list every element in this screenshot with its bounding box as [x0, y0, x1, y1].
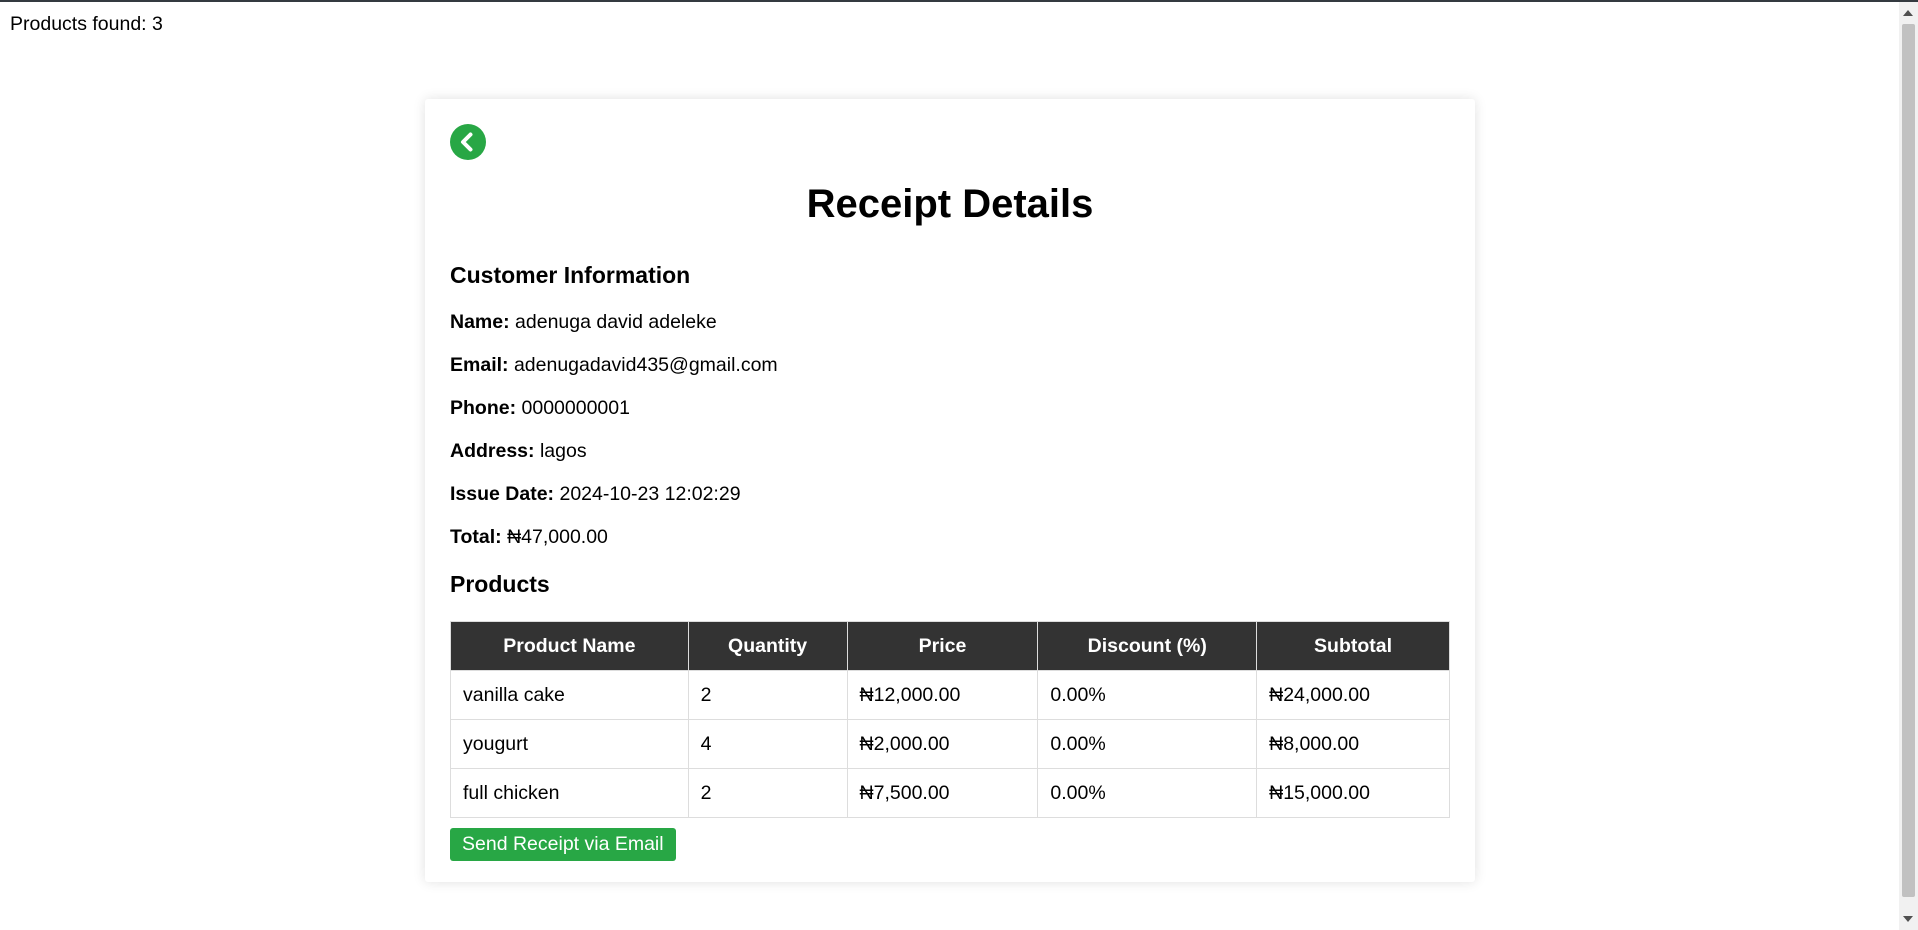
table-row: vanilla cake 2 ₦12,000.00 0.00% ₦24,000.… — [450, 670, 1450, 720]
customer-name: adenuga david adeleke — [515, 311, 717, 333]
table-header-row: Product Name Quantity Price Discount (%)… — [450, 621, 1450, 671]
price-cell: ₦2,000.00 — [846, 719, 1039, 769]
subtotal-cell: ₦15,000.00 — [1256, 768, 1450, 818]
subtotal-cell: ₦8,000.00 — [1256, 719, 1450, 769]
price-cell: ₦12,000.00 — [846, 670, 1039, 720]
top-border — [0, 0, 1918, 2]
products-table: Product Name Quantity Price Discount (%)… — [450, 621, 1450, 818]
customer-phone: 0000000001 — [521, 397, 630, 419]
discount-cell: 0.00% — [1037, 719, 1258, 769]
quantity-cell: 4 — [687, 719, 848, 769]
quantity-cell: 2 — [687, 768, 848, 818]
vertical-scrollbar[interactable] — [1899, 2, 1918, 930]
issue-date-label: Issue Date: — [450, 483, 555, 505]
quantity-cell: 2 — [687, 670, 848, 720]
product-name-cell: yougurt — [450, 719, 689, 769]
customer-email: adenugadavid435@gmail.com — [513, 354, 778, 376]
name-label: Name: — [450, 311, 510, 333]
customer-phone-line: Phone: 0000000001 — [450, 397, 630, 419]
price-cell: ₦7,500.00 — [846, 768, 1039, 818]
total-line: Total: ₦47,000.00 — [450, 526, 608, 548]
column-header-quantity: Quantity — [687, 621, 848, 671]
scroll-down-arrow-icon[interactable] — [1903, 916, 1913, 922]
chevron-left-icon — [461, 132, 473, 152]
customer-info-heading: Customer Information — [450, 262, 691, 288]
products-heading: Products — [450, 571, 550, 597]
column-header-price: Price — [846, 621, 1039, 671]
product-name-cell: vanilla cake — [450, 670, 689, 720]
customer-address: lagos — [539, 440, 587, 462]
total-label: Total: — [450, 526, 502, 548]
scroll-up-arrow-icon[interactable] — [1903, 10, 1913, 16]
table-row: yougurt 4 ₦2,000.00 0.00% ₦8,000.00 — [450, 719, 1450, 769]
column-header-discount: Discount (%) — [1037, 621, 1258, 671]
send-receipt-email-button[interactable]: Send Receipt via Email — [450, 828, 676, 861]
back-button[interactable] — [450, 124, 486, 160]
products-found-text: Products found: 3 — [10, 13, 163, 35]
email-label: Email: — [450, 354, 509, 376]
total-amount: ₦47,000.00 — [507, 526, 608, 548]
column-header-product-name: Product Name — [450, 621, 689, 671]
column-header-subtotal: Subtotal — [1256, 621, 1450, 671]
receipt-card: Receipt Details Customer Information Nam… — [425, 99, 1475, 882]
customer-name-line: Name: adenuga david adeleke — [450, 311, 717, 333]
customer-address-line: Address: lagos — [450, 440, 587, 462]
discount-cell: 0.00% — [1037, 670, 1258, 720]
discount-cell: 0.00% — [1037, 768, 1258, 818]
issue-date: 2024-10-23 12:02:29 — [559, 483, 741, 505]
subtotal-cell: ₦24,000.00 — [1256, 670, 1450, 720]
phone-label: Phone: — [450, 397, 517, 419]
customer-email-line: Email: adenugadavid435@gmail.com — [450, 354, 778, 376]
table-row: full chicken 2 ₦7,500.00 0.00% ₦15,000.0… — [450, 768, 1450, 818]
page-title: Receipt Details — [806, 182, 1094, 226]
address-label: Address: — [450, 440, 535, 462]
issue-date-line: Issue Date: 2024-10-23 12:02:29 — [450, 483, 741, 505]
scrollbar-thumb[interactable] — [1902, 24, 1915, 897]
product-name-cell: full chicken — [450, 768, 689, 818]
